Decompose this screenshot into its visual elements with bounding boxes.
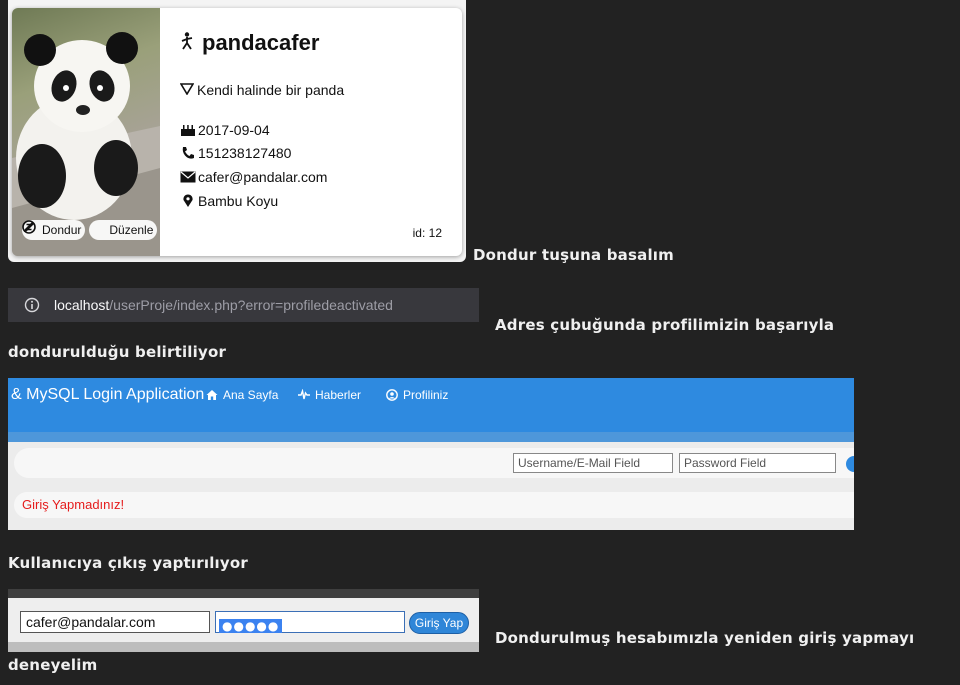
nav-profile[interactable]: Profiliniz: [386, 388, 448, 402]
user-circle-icon: [386, 389, 398, 401]
address-bar[interactable]: localhost/userProje/index.php?error=prof…: [8, 288, 479, 322]
profile-card-screenshot: Dondur Düzenle pandacafer Kendi halinde …: [8, 0, 466, 262]
profile-email: cafer@pandalar.com: [180, 169, 327, 185]
phone-icon: [180, 146, 196, 160]
profile-photo: Dondur Düzenle: [12, 8, 160, 256]
map-pin-icon: [180, 194, 196, 208]
email-field[interactable]: cafer@pandalar.com: [20, 611, 210, 633]
freeze-button-label: Dondur: [42, 223, 82, 237]
url-path: /userProje/index.php?error=profiledeacti…: [109, 297, 393, 313]
profile-location: Bambu Koyu: [180, 193, 278, 209]
login-form: cafer@pandalar.com ●●●●● Giriş Yap: [8, 589, 479, 652]
app-brand[interactable]: & MySQL Login Application: [11, 386, 204, 404]
profile-info: pandacafer Kendi halinde bir panda 2017-…: [177, 8, 462, 256]
nav-home[interactable]: Ana Sayfa: [206, 388, 278, 402]
pencil-icon: [24, 222, 107, 238]
edit-button[interactable]: Düzenle: [24, 220, 158, 240]
navbar: & MySQL Login Application Ana Sayfa Habe…: [8, 378, 854, 432]
caption-step1: Dondur tuşuna basalım: [473, 246, 674, 264]
caption-step2-line2: dondurulduğu belirtiliyor: [8, 343, 227, 361]
caption-step4-line1: Dondurulmuş hesabımızla yeniden giriş ya…: [495, 629, 915, 647]
envelope-icon: [180, 170, 196, 184]
info-icon[interactable]: [24, 297, 40, 313]
login-form-bottom-border: [8, 642, 479, 652]
login-form-top-border: [8, 589, 479, 598]
profile-birthdate: 2017-09-04: [180, 122, 270, 138]
edit-button-label: Düzenle: [109, 223, 154, 237]
nav-news[interactable]: Haberler: [298, 388, 361, 402]
profile-bio: Kendi halinde bir panda: [179, 82, 344, 98]
walking-person-icon: [180, 30, 194, 56]
username-input[interactable]: Username/E-Mail Field: [513, 453, 673, 473]
profile-phone: 151238127480: [180, 145, 291, 161]
cake-icon: [180, 123, 196, 137]
home-icon: [206, 389, 218, 401]
error-strip: [14, 492, 854, 518]
error-message: Giriş Yapmadınız!: [22, 497, 125, 512]
caption-step3: Kullanıcıya çıkış yaptırılıyor: [8, 554, 248, 572]
caption-step2-line1: Adres çubuğunda profilimizin başarıyla: [495, 316, 835, 334]
profile-id: id: 12: [412, 226, 442, 240]
panda-image: [12, 32, 160, 256]
navbar-subbar: [8, 432, 854, 442]
profile-username: pandacafer: [180, 30, 319, 56]
password-input[interactable]: Password Field: [679, 453, 836, 473]
pulse-icon: [298, 389, 310, 401]
password-field[interactable]: ●●●●●: [215, 611, 405, 633]
caption-step4-line2: deneyelim: [8, 656, 98, 674]
url-host: localhost: [54, 297, 110, 313]
password-mask: ●●●●●: [219, 619, 283, 633]
app-screenshot: & MySQL Login Application Ana Sayfa Habe…: [8, 378, 854, 530]
profile-card: Dondur Düzenle pandacafer Kendi halinde …: [12, 8, 462, 256]
triangle-down-icon: [179, 82, 195, 98]
login-button[interactable]: Giriş Yap: [409, 612, 469, 634]
